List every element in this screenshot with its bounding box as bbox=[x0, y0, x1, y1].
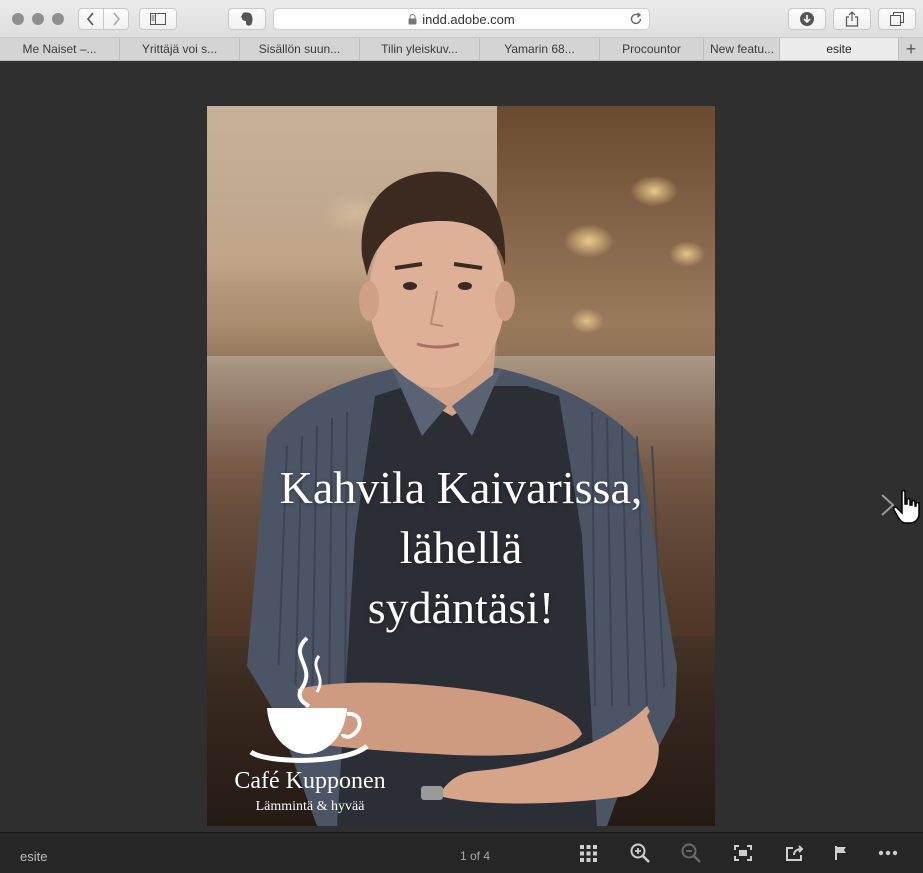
chevron-left-icon bbox=[86, 12, 94, 26]
minimize-window-button[interactable] bbox=[32, 13, 44, 25]
document-page: Kahvila Kaivarissa, lähellä sydäntäsi! C… bbox=[207, 106, 715, 826]
tab-label: Sisällön suun... bbox=[258, 42, 341, 56]
download-icon bbox=[800, 12, 814, 26]
evernote-button[interactable] bbox=[228, 8, 266, 30]
tab-label: Yrittäjä voi s... bbox=[141, 42, 218, 56]
evernote-elephant-icon bbox=[241, 12, 253, 26]
close-window-button[interactable] bbox=[12, 13, 24, 25]
tab-active[interactable]: esite bbox=[780, 38, 899, 60]
reload-icon[interactable] bbox=[629, 12, 643, 29]
back-button[interactable] bbox=[78, 8, 104, 30]
page-indicator: 1 of 4 bbox=[459, 849, 491, 863]
tab[interactable]: Yrittäjä voi s... bbox=[120, 38, 240, 60]
fit-screen-button[interactable] bbox=[733, 843, 753, 863]
tab-label: New featu... bbox=[710, 42, 775, 56]
tab-label: esite bbox=[826, 42, 852, 56]
tab[interactable]: Yamarin 68... bbox=[480, 38, 600, 60]
share-icon bbox=[786, 845, 804, 861]
chevron-right-icon bbox=[113, 12, 121, 26]
address-bar[interactable]: indd.adobe.com bbox=[273, 8, 650, 30]
zoom-window-button[interactable] bbox=[52, 13, 64, 25]
downloads-button[interactable] bbox=[788, 8, 826, 30]
grid-view-button[interactable] bbox=[578, 843, 598, 863]
tab-label: Me Naiset –... bbox=[22, 42, 97, 56]
coffee-cup-icon bbox=[249, 636, 369, 763]
headline-line: Kahvila Kaivarissa, bbox=[279, 462, 643, 513]
forward-button[interactable] bbox=[103, 8, 129, 30]
sidebar-icon bbox=[150, 13, 166, 25]
sidebar-button[interactable] bbox=[139, 8, 177, 30]
tab-bar: Me Naiset –... Yrittäjä voi s... Sisällö… bbox=[0, 38, 923, 61]
plus-icon: + bbox=[905, 38, 917, 59]
share-document-button[interactable] bbox=[785, 843, 805, 863]
flag-icon bbox=[835, 846, 846, 860]
tab-label: Tilin yleiskuv... bbox=[381, 42, 458, 56]
grid-icon bbox=[579, 844, 597, 862]
poster-headline: Kahvila Kaivarissa, lähellä sydäntäsi! bbox=[207, 458, 715, 638]
tab[interactable]: Sisällön suun... bbox=[240, 38, 360, 60]
brand-name: Café Kupponen bbox=[234, 768, 386, 794]
tab[interactable]: Procountor bbox=[600, 38, 704, 60]
browser-toolbar: indd.adobe.com bbox=[0, 0, 923, 38]
document-name: esite bbox=[20, 849, 48, 864]
zoom-in-button[interactable] bbox=[630, 843, 650, 863]
zoom-out-icon bbox=[681, 843, 701, 863]
tab[interactable]: New featu... bbox=[704, 38, 780, 60]
headline-line: lähellä bbox=[399, 522, 523, 573]
viewer-toolbar: esite 1 of 4 bbox=[0, 832, 923, 873]
more-options-button[interactable] bbox=[878, 843, 898, 863]
url-text: indd.adobe.com bbox=[422, 11, 515, 27]
fit-screen-icon bbox=[734, 845, 752, 861]
tab-overview-icon bbox=[890, 12, 904, 26]
headline-line: sydäntäsi! bbox=[367, 582, 555, 633]
zoom-out-button[interactable] bbox=[681, 843, 701, 863]
cafe-logo: Café Kupponen Lämmintä & hyvää bbox=[225, 636, 395, 816]
tab[interactable]: Tilin yleiskuv... bbox=[360, 38, 480, 60]
document-viewer: Kahvila Kaivarissa, lähellä sydäntäsi! C… bbox=[0, 61, 923, 832]
tab-label: Procountor bbox=[622, 42, 681, 56]
more-icon bbox=[878, 850, 898, 856]
new-tab-button[interactable]: + bbox=[899, 38, 923, 60]
brand-tagline: Lämmintä & hyvää bbox=[255, 799, 365, 814]
tab-overview-button[interactable] bbox=[878, 8, 916, 30]
report-button[interactable] bbox=[831, 843, 851, 863]
lock-icon bbox=[408, 13, 417, 25]
share-icon bbox=[845, 11, 859, 27]
tab[interactable]: Me Naiset –... bbox=[0, 38, 120, 60]
hand-cursor-icon bbox=[893, 489, 920, 524]
share-button[interactable] bbox=[833, 8, 871, 30]
zoom-in-icon bbox=[630, 843, 650, 863]
tab-label: Yamarin 68... bbox=[504, 42, 575, 56]
